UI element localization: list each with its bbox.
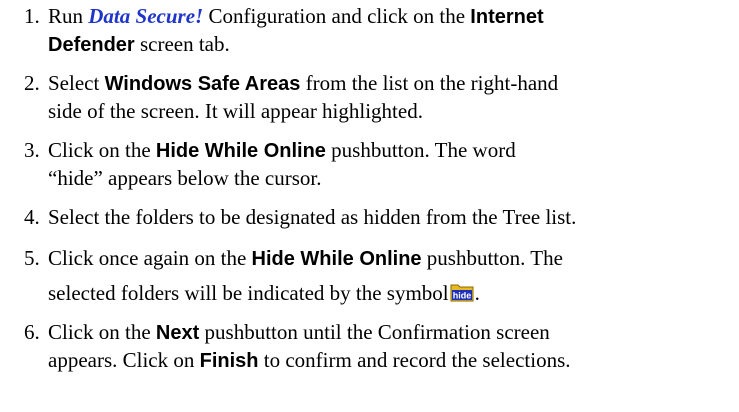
step-number: 3. [24,138,40,162]
step-text: Click once again on the Hide While Onlin… [48,245,739,307]
step-line: Select Windows Safe Areas from the list … [48,70,739,98]
step-line: appears. Click on Finish to confirm and … [48,347,739,375]
text-run: Click on the [48,138,156,162]
step-line: selected folders will be indicated by th… [48,280,739,307]
text-run: side of the screen. It will appear highl… [48,99,423,123]
text-run: pushbutton until the Confirmation screen [199,320,550,344]
hide-folder-icon: hide [450,282,474,302]
ui-term: Next [155,322,200,344]
text-run: to confirm and record the selections. [258,348,571,372]
app-name: Data Secure! [88,4,204,28]
text-run: appears. Click on [48,348,200,372]
step-line: Click on the Next pushbutton until the C… [48,319,739,347]
step-line: Run Data Secure! Configuration and click… [48,3,739,31]
step-text: Select the folders to be designated as h… [48,204,739,231]
hide-symbol-label: hide [452,291,471,301]
text-run: pushbutton. The [421,246,563,270]
text-run: Configuration and click on the [203,4,471,28]
text-run: . [474,281,480,305]
text-run: Select the folders to be designated as h… [48,205,577,229]
ui-term: Internet [470,6,544,28]
step-text: Click on the Next pushbutton until the C… [48,319,739,375]
text-run: screen tab. [134,32,230,56]
text-run: from the list on the right-hand [300,71,559,95]
step-line: “hide” appears below the cursor. [48,165,739,192]
ui-term: Hide While Online [155,140,326,162]
text-run: pushbutton. The word [325,138,516,162]
step-number: 4. [24,205,40,229]
step-text: Click on the Hide While Online pushbutto… [48,137,739,192]
ui-term: Defender [48,34,135,56]
step-line: Click on the Hide While Online pushbutto… [48,137,739,165]
text-run: Select [48,71,105,95]
ui-term: Hide While Online [251,248,422,270]
step-line: Select the folders to be designated as h… [48,204,739,231]
step-text: Run Data Secure! Configuration and click… [48,3,739,59]
step-text: Select Windows Safe Areas from the list … [48,70,739,125]
ui-term: Finish [199,350,259,372]
text-run: Run [48,4,89,28]
ui-term: Windows Safe Areas [104,73,301,95]
step-number: 6. [24,320,40,344]
text-run: Click once again on the [48,246,252,270]
step-number: 2. [24,71,40,95]
text-run: “hide” appears below the cursor. [48,166,322,190]
text-run: Click on the [48,320,156,344]
step-number: 1. [24,4,40,28]
step-line: Defender screen tab. [48,31,739,59]
step-line: Click once again on the Hide While Onlin… [48,245,739,273]
step-line: side of the screen. It will appear highl… [48,98,739,125]
step-number: 5. [24,246,40,270]
text-run: selected folders will be indicated by th… [48,281,449,305]
